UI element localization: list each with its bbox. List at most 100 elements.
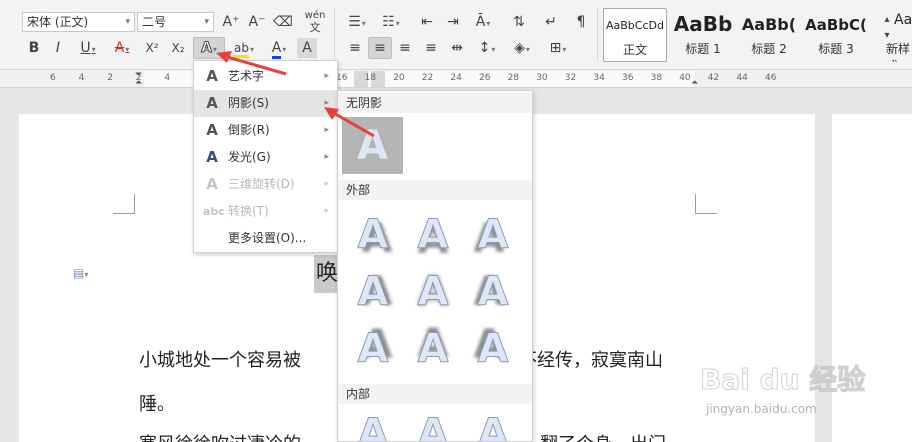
menu-item-more-settings[interactable]: 更多设置(O)... [194, 225, 337, 252]
section-outer-shadow: 外部 [338, 180, 532, 200]
underline-button[interactable]: U▾ [72, 38, 104, 58]
paragraph-mark-button[interactable]: ¶ [570, 12, 592, 32]
decrease-indent-button[interactable]: ⇤ [416, 12, 438, 32]
menu-item-word-art[interactable]: A 艺术字 ▸ [194, 63, 337, 90]
transform-icon: abc [203, 205, 225, 218]
chevron-down-icon: ▾ [249, 45, 254, 54]
paragraph-mark-icon: ↵ [545, 14, 557, 30]
chevron-right-icon: ▸ [324, 125, 329, 135]
distributed-button[interactable]: ⇹ [446, 38, 468, 58]
character-shading-button[interactable]: A [297, 38, 317, 58]
line-spacing-icon: ↕ [478, 40, 491, 56]
watermark-brand: Bai du 经验 [699, 363, 866, 397]
numbered-list-icon: ☷ [382, 14, 395, 30]
increase-indent-button[interactable]: ⇥ [442, 12, 464, 32]
shrink-font-button[interactable]: A⁻ [246, 12, 268, 32]
superscript-button[interactable]: X² [140, 38, 164, 58]
ruler-number: 4 [78, 73, 85, 83]
sort-button[interactable]: ⇅ [508, 12, 530, 32]
menu-item-transform: abc 转换(T) ▸ [194, 198, 337, 225]
3d-rotation-icon: A [206, 175, 218, 193]
line-spacing-button[interactable]: ↕▾ [472, 38, 502, 58]
horizontal-ruler[interactable]: 6422468101214161820222426283032343638404… [0, 70, 912, 88]
borders-button[interactable]: ⊞▾ [542, 38, 574, 58]
shading-button[interactable]: ◈▾ [506, 38, 538, 58]
paragraph-line-2[interactable]: 陲。 [139, 390, 175, 416]
show-marks-button[interactable]: ↵ [540, 12, 562, 32]
outer-shadow-option[interactable]: A [348, 210, 398, 260]
style-heading-3[interactable]: AaBbC( 标题 3 [803, 8, 869, 62]
chevron-right-icon: ▸ [324, 179, 329, 189]
style-heading-1[interactable]: AaBb 标题 1 [671, 8, 735, 62]
inner-shadow-option[interactable]: A [408, 409, 458, 442]
ribbon-toolbar: 宋体 (正文) ▾ 二号 ▾ A⁺ A⁻ ⌫ wén 文 B I U▾ A▾ X² X… [0, 0, 912, 70]
ruler-number: 46 [765, 73, 777, 83]
inner-shadow-option[interactable]: A [468, 409, 518, 442]
phonetic-icon: 文 [309, 21, 321, 34]
grow-font-button[interactable]: A⁺ [220, 12, 242, 32]
ruler-number: 30 [536, 73, 548, 83]
ruler-number: 2 [107, 73, 113, 83]
bullet-list-icon: ☰ [348, 14, 361, 30]
outer-shadow-option[interactable]: A [468, 324, 518, 374]
font-name-select[interactable]: 宋体 (正文) ▾ [22, 12, 135, 32]
font-size-value: 二号 [142, 15, 167, 29]
chevron-right-icon: ▸ [324, 71, 329, 81]
outer-shadow-option[interactable]: A [468, 267, 518, 317]
outer-shadow-option[interactable]: A [408, 267, 458, 317]
paragraph-line-3b[interactable]: 翻了个身，出门 [540, 430, 666, 442]
style-heading-2[interactable]: AaBb( 标题 2 [737, 8, 801, 62]
outer-shadow-option[interactable]: A [468, 210, 518, 260]
italic-button[interactable]: I [48, 38, 68, 58]
distributed-icon: ⇹ [451, 40, 463, 56]
outer-shadow-option[interactable]: A [348, 324, 398, 374]
phonetic-guide-button[interactable]: wén 文 [300, 10, 330, 34]
font-color-button[interactable]: A▾ [263, 38, 295, 59]
ruler-number: 24 [450, 73, 462, 83]
style-normal[interactable]: AaBbCcDd 正文 [603, 8, 667, 62]
chinese-layout-button[interactable]: Ā▾ [470, 12, 496, 32]
indent-icon: ⇥ [447, 14, 459, 30]
border-grid-icon: ⊞ [549, 40, 562, 56]
menu-item-glow[interactable]: A 发光(G) ▸ [194, 144, 337, 171]
align-left-icon: ≡ [349, 40, 361, 56]
align-right-button[interactable]: ≡ [394, 38, 416, 58]
chevron-down-icon: ▾ [204, 17, 209, 27]
paragraph-line-1b[interactable]: 不经传，寂寞南山 [519, 346, 663, 372]
ruler-number: 22 [421, 73, 434, 83]
chevron-down-icon: ▾ [212, 45, 217, 54]
chevron-down-icon: ▾ [282, 45, 287, 54]
paragraph-line-3a[interactable]: 寒风徐徐吹过凄冷的 [139, 430, 301, 442]
strikethrough-button[interactable]: A▾ [106, 38, 138, 58]
new-style-button[interactable]: Aa 新样式 [884, 8, 912, 62]
chevron-down-icon: ▾ [91, 45, 96, 54]
menu-item-shadow[interactable]: A 阴影(S) ▸ [194, 90, 337, 117]
clear-format-button[interactable]: ⌫ [272, 12, 294, 32]
text-effects-button[interactable]: A▾ [193, 37, 225, 59]
bold-button[interactable]: B [24, 38, 44, 58]
align-left-button[interactable]: ≡ [344, 38, 366, 58]
menu-item-reflection[interactable]: A 倒影(R) ▸ [194, 117, 337, 144]
text-effects-menu: A 艺术字 ▸ A 阴影(S) ▸ A 倒影(R) ▸ A 发光(G) ▸ A … [193, 60, 338, 253]
hanging-indent-icon[interactable]: ⏶ [135, 78, 142, 88]
paragraph-line-1a[interactable]: 小城地处一个容易被 [139, 346, 301, 372]
section-inner-shadow: 内部 [338, 384, 532, 404]
justify-icon: ≡ [425, 40, 437, 56]
document-options-icon[interactable]: ▤▾ [73, 266, 88, 280]
right-indent-icon[interactable]: ⏶ [691, 78, 698, 88]
no-shadow-option[interactable]: A [342, 117, 403, 174]
numbered-list-button[interactable]: ☷▾ [378, 12, 404, 32]
ruler-number: 20 [393, 73, 405, 83]
justify-button[interactable]: ≡ [420, 38, 442, 58]
outer-shadow-option[interactable]: A [348, 267, 398, 317]
bullet-list-button[interactable]: ☰▾ [344, 12, 370, 32]
outer-shadow-option[interactable]: A [408, 324, 458, 374]
align-center-button[interactable]: ≡ [368, 37, 392, 59]
highlight-button[interactable]: ab▾ [228, 38, 260, 58]
inner-shadow-option[interactable]: A [348, 409, 398, 442]
ruler-number: 40 [679, 73, 691, 83]
outer-shadow-option[interactable]: A [408, 210, 458, 260]
font-size-select[interactable]: 二号 ▾ [137, 12, 214, 32]
ruler-number: 28 [507, 73, 520, 83]
subscript-button[interactable]: X₂ [166, 38, 190, 58]
